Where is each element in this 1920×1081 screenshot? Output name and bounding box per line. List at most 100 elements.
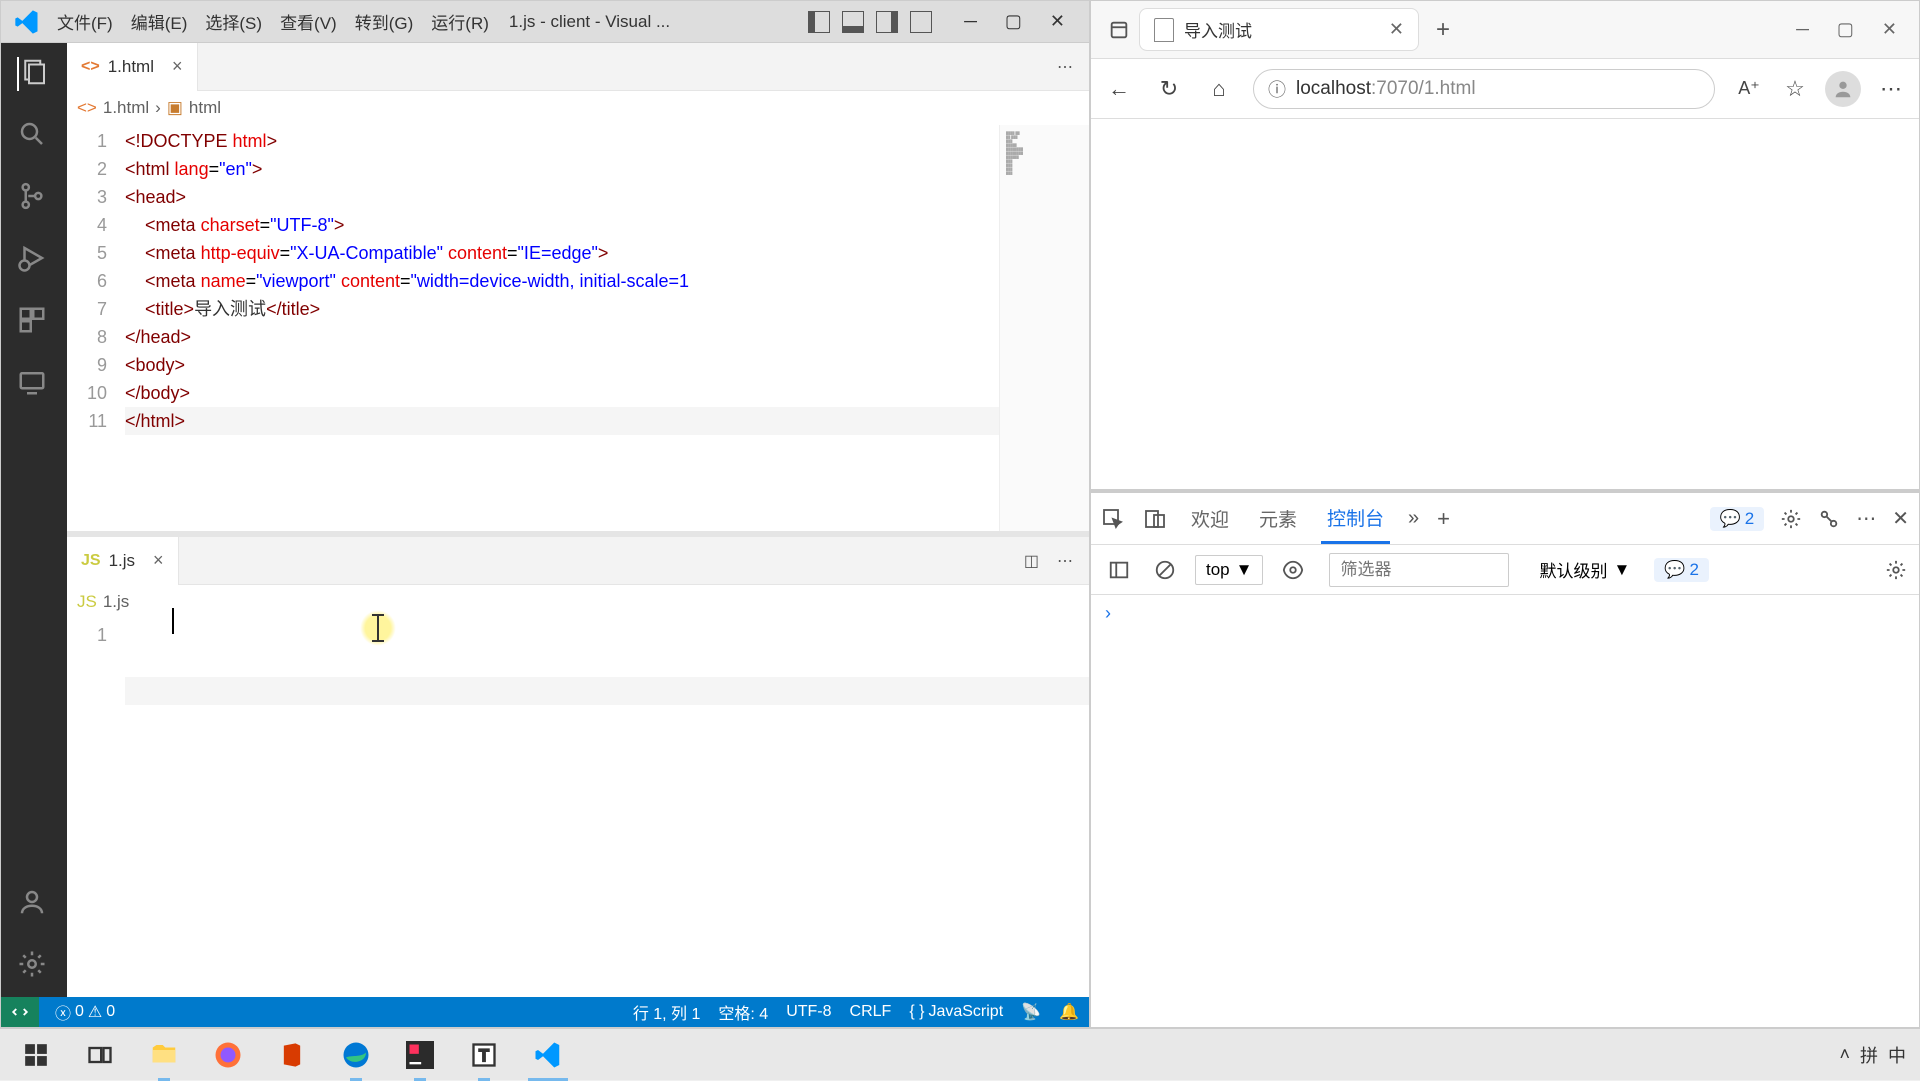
menu-view[interactable]: 查看(V) <box>272 5 345 38</box>
office-button[interactable] <box>260 1029 324 1081</box>
eol-status[interactable]: CRLF <box>850 1000 892 1024</box>
more-tabs-icon[interactable]: » <box>1408 507 1419 530</box>
account-icon[interactable] <box>17 887 51 921</box>
close-button[interactable]: ✕ <box>1050 11 1065 32</box>
menu-run[interactable]: 运行(R) <box>423 5 497 38</box>
console-settings-icon[interactable] <box>1885 559 1907 581</box>
more-icon[interactable]: ⋯ <box>1856 506 1876 531</box>
breadcrumb-top[interactable]: <> 1.html › ▣ html <box>67 91 1089 125</box>
remote-explorer-icon[interactable] <box>17 367 51 401</box>
source-control-icon[interactable] <box>17 181 51 215</box>
refresh-button[interactable]: ↻ <box>1153 73 1185 105</box>
tray-overflow-icon[interactable]: ˄ <box>1839 1044 1850 1065</box>
file-explorer-button[interactable] <box>132 1029 196 1081</box>
settings-gear-icon[interactable] <box>17 949 51 983</box>
profile-avatar[interactable] <box>1825 71 1861 107</box>
back-button[interactable]: ← <box>1103 73 1135 105</box>
ime-indicator[interactable]: 拼 <box>1860 1042 1878 1068</box>
site-info-icon[interactable]: ⓘ <box>1268 76 1286 102</box>
dock-side-icon[interactable] <box>1818 508 1840 530</box>
ime-lang-indicator[interactable]: 中 <box>1888 1042 1906 1068</box>
page-favicon-icon <box>1154 18 1174 42</box>
minimize-button[interactable]: ─ <box>964 11 977 32</box>
explorer-icon[interactable] <box>17 57 51 91</box>
close-tab-icon[interactable]: × <box>153 550 164 571</box>
filter-input[interactable] <box>1329 553 1509 587</box>
minimap[interactable]: ████ ████ ██████████████████████████████… <box>999 125 1089 531</box>
message-count-badge[interactable]: 💬2 <box>1654 558 1709 582</box>
bell-icon[interactable]: 🔔 <box>1059 1000 1079 1024</box>
indentation-status[interactable]: 空格: 4 <box>718 1000 768 1024</box>
more-actions-icon[interactable]: ⋯ <box>1057 551 1073 571</box>
favorites-icon[interactable]: ☆ <box>1779 73 1811 105</box>
device-toggle-icon[interactable] <box>1143 507 1167 531</box>
start-button[interactable] <box>4 1029 68 1081</box>
issues-badge[interactable]: 💬2 <box>1710 507 1765 531</box>
editor-group: <> 1.html × ⋯ <> 1.html › ▣ html 1234567… <box>67 43 1089 997</box>
more-actions-icon[interactable]: ⋯ <box>1057 57 1073 77</box>
address-bar[interactable]: ⓘ localhost:7070/1.html <box>1253 69 1715 109</box>
clear-console-icon[interactable] <box>1149 554 1181 586</box>
home-button[interactable]: ⌂ <box>1203 73 1235 105</box>
browser-tab[interactable]: 导入测试 ✕ <box>1139 8 1419 51</box>
intellij-button[interactable] <box>388 1029 452 1081</box>
tab-welcome[interactable]: 欢迎 <box>1185 495 1235 542</box>
tab-console[interactable]: 控制台 <box>1321 494 1390 544</box>
encoding-status[interactable]: UTF-8 <box>786 1000 831 1024</box>
vscode-taskbar-button[interactable] <box>516 1029 580 1081</box>
customize-layout-icon[interactable] <box>910 11 932 33</box>
text-app-button[interactable]: T <box>452 1029 516 1081</box>
close-button[interactable]: ✕ <box>1882 19 1897 40</box>
search-icon[interactable] <box>17 119 51 153</box>
live-expression-icon[interactable] <box>1277 554 1309 586</box>
close-tab-icon[interactable]: × <box>172 56 183 77</box>
language-status[interactable]: { } JavaScript <box>909 1000 1003 1024</box>
info-icon: 💬 <box>1664 560 1685 580</box>
menu-go[interactable]: 转到(G) <box>347 5 422 38</box>
extensions-icon[interactable] <box>17 305 51 339</box>
menu-select[interactable]: 选择(S) <box>197 5 270 38</box>
edge-button[interactable] <box>324 1029 388 1081</box>
maximize-button[interactable]: ▢ <box>1837 19 1854 40</box>
menu-edit[interactable]: 编辑(E) <box>123 5 196 38</box>
page-content[interactable] <box>1091 119 1919 489</box>
read-aloud-icon[interactable]: A⁺ <box>1733 73 1765 105</box>
cursor-position[interactable]: 行 1, 列 1 <box>633 1000 701 1024</box>
settings-gear-icon[interactable] <box>1780 508 1802 530</box>
toggle-secondary-icon[interactable] <box>876 11 898 33</box>
inspect-element-icon[interactable] <box>1101 507 1125 531</box>
tab-1-js[interactable]: JS 1.js × <box>67 537 179 585</box>
feedback-icon[interactable]: 📡 <box>1021 1000 1041 1024</box>
minimize-button[interactable]: ─ <box>1796 19 1809 40</box>
split-editor-icon[interactable]: ◫ <box>1024 551 1039 571</box>
toggle-panel-icon[interactable] <box>842 11 864 33</box>
sidebar-toggle-icon[interactable] <box>1103 554 1135 586</box>
code-editor-html[interactable]: 1234567891011 <!DOCTYPE html><html lang=… <box>67 125 1089 531</box>
problems-status[interactable]: ⓧ0 ⚠0 <box>55 1000 115 1024</box>
window-controls: ─ ▢ ✕ <box>944 11 1085 32</box>
devtools-tabs: 欢迎 元素 控制台 » + 💬2 ⋯ ✕ <box>1091 493 1919 545</box>
new-tab-button[interactable]: + <box>1423 10 1463 50</box>
tab-elements[interactable]: 元素 <box>1253 495 1303 542</box>
breadcrumb-bottom[interactable]: JS 1.js <box>67 585 1089 619</box>
tab-label: 1.js <box>109 551 135 571</box>
close-devtools-icon[interactable]: ✕ <box>1892 506 1909 531</box>
debug-icon[interactable] <box>17 243 51 277</box>
toggle-sidebar-icon[interactable] <box>808 11 830 33</box>
task-view-button[interactable] <box>68 1029 132 1081</box>
tab-1-html[interactable]: <> 1.html × <box>67 43 198 91</box>
html-file-icon: <> <box>77 98 97 118</box>
log-level-selector[interactable]: 默认级别 ▼ <box>1529 553 1640 586</box>
menu-file[interactable]: 文件(F) <box>49 5 121 38</box>
console-output[interactable]: › <box>1091 595 1919 1027</box>
code-editor-js[interactable]: 1 <box>67 619 1089 997</box>
browser-window: 导入测试 ✕ + ─ ▢ ✕ ← ↻ ⌂ ⓘ localhost:7070/1.… <box>1090 0 1920 1028</box>
tab-actions-button[interactable] <box>1099 10 1139 50</box>
close-tab-icon[interactable]: ✕ <box>1389 19 1404 40</box>
firefox-button[interactable] <box>196 1029 260 1081</box>
context-selector[interactable]: top ▼ <box>1195 555 1263 585</box>
menu-button[interactable]: ⋯ <box>1875 73 1907 105</box>
maximize-button[interactable]: ▢ <box>1005 11 1022 32</box>
remote-indicator[interactable] <box>1 997 39 1027</box>
add-tab-icon[interactable]: + <box>1437 506 1450 532</box>
